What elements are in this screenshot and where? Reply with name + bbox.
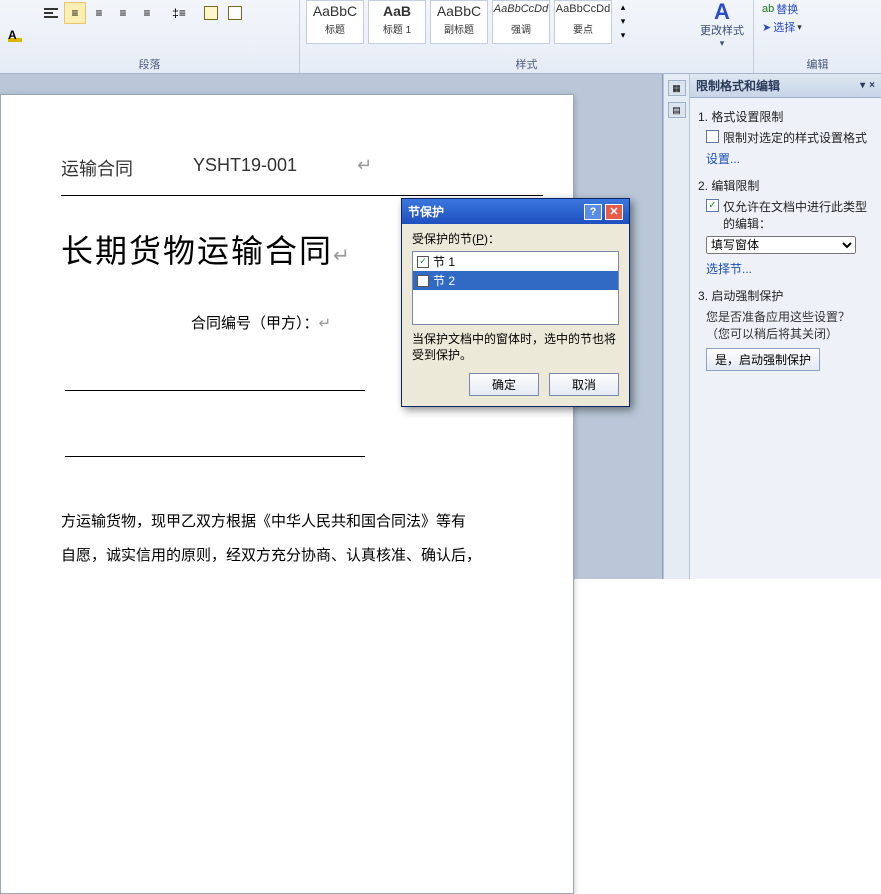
style-card-title[interactable]: AaBbC标题: [306, 0, 364, 44]
style-card-emphasis[interactable]: AaBbCcDd强调: [492, 0, 550, 44]
dialog-note: 当保护文档中的窗体时，选中的节也将受到保护。: [412, 331, 619, 363]
edit-group-label: 编辑: [754, 56, 881, 72]
paragraph-mark: ↵: [357, 155, 372, 181]
dialog-titlebar[interactable]: 节保护 ? ✕: [402, 199, 629, 224]
ribbon: A ≡ ≡ ≡ ≡ ‡≡ 段落 AaBbC标题 AaB标题 1 AaBbC副标题…: [0, 0, 881, 74]
change-styles-icon: A: [695, 2, 749, 22]
font-fill-button[interactable]: A: [4, 24, 26, 46]
section-item-2[interactable]: ✓节 2: [413, 271, 618, 290]
cancel-button[interactable]: 取消: [549, 373, 619, 396]
dialog-help-button[interactable]: ?: [584, 204, 602, 220]
form-underline-2: [65, 439, 365, 457]
borders-button[interactable]: [224, 2, 246, 24]
paragraph-group-label: 段落: [0, 56, 299, 72]
protected-sections-label: 受保护的节(P)：: [412, 230, 619, 247]
change-styles-button[interactable]: A 更改样式 ▾: [695, 2, 749, 49]
section-2-heading: 2. 编辑限制: [698, 177, 873, 194]
header-rule: [61, 195, 543, 196]
sections-listbox[interactable]: ✓节 1 ✓节 2: [412, 251, 619, 325]
style-card-point[interactable]: AaBbCcDd要点: [554, 0, 612, 44]
task-pane-wrap: ▦ ▤ 限制格式和编辑 ▾ × 1. 格式设置限制 限制对选定的样式设置格式 设置…: [663, 74, 881, 579]
start-enforcement-button[interactable]: 是，启动强制保护: [706, 348, 820, 371]
line-spacing-button[interactable]: ‡≡: [168, 2, 190, 24]
styles-group-label: 样式: [300, 56, 753, 72]
gutter-icon-2[interactable]: ▤: [668, 102, 686, 118]
editing-type-select[interactable]: 填写窗体: [706, 236, 856, 254]
select-button[interactable]: ➤选择▾: [760, 18, 804, 36]
body-line-1: 方运输货物，现甲乙双方根据《中华人民共和国合同法》等有: [61, 505, 543, 539]
section-1-heading: 1. 格式设置限制: [698, 108, 873, 125]
align-justify-button[interactable]: ≡: [112, 2, 134, 24]
allow-editing-checkbox[interactable]: ✓: [706, 199, 719, 212]
section-item-1[interactable]: ✓节 1: [413, 252, 618, 271]
ribbon-group-styles: AaBbC标题 AaB标题 1 AaBbC副标题 AaBbCcDd强调 AaBb…: [300, 0, 754, 73]
replace-button[interactable]: ab替换: [760, 0, 804, 18]
task-pane-menu-icon[interactable]: ▾: [860, 80, 865, 91]
section-3-heading: 3. 启动强制保护: [698, 287, 873, 304]
gutter-icon-1[interactable]: ▦: [668, 80, 686, 96]
styles-gallery-more[interactable]: ▾: [616, 28, 630, 42]
paragraph-mark: ↵: [333, 245, 352, 267]
align-left-button[interactable]: [40, 2, 62, 24]
section-protection-dialog: 节保护 ? ✕ 受保护的节(P)： ✓节 1 ✓节 2 当保护文档中的窗体时，选…: [401, 198, 630, 407]
align-distribute-button[interactable]: ≡: [136, 2, 158, 24]
form-underline-1: [65, 373, 365, 391]
paragraph-mark: ↵: [319, 315, 332, 332]
align-center-button[interactable]: ≡: [64, 2, 86, 24]
select-sections-link[interactable]: 选择节...: [706, 260, 873, 277]
task-pane-title: 限制格式和编辑: [696, 77, 780, 94]
allow-editing-label: 仅允许在文档中进行此类型的编辑：: [723, 198, 873, 232]
document-title: 长期货物运输合同: [61, 233, 333, 269]
dialog-title-text: 节保护: [408, 203, 444, 220]
shading-button[interactable]: [200, 2, 222, 24]
settings-link[interactable]: 设置...: [706, 150, 873, 167]
ribbon-group-edit: ab替换 ➤选择▾ 编辑: [754, 0, 881, 73]
cursor-icon: ➤: [762, 21, 771, 34]
task-pane-close-icon[interactable]: ×: [869, 80, 875, 91]
align-right-button[interactable]: ≡: [88, 2, 110, 24]
dialog-close-button[interactable]: ✕: [605, 204, 623, 220]
header-left-text: 运输合同: [61, 155, 133, 181]
styles-scroll-down[interactable]: ▾: [616, 14, 630, 28]
limit-formatting-label: 限制对选定的样式设置格式: [723, 129, 867, 146]
ribbon-group-paragraph: A ≡ ≡ ≡ ≡ ‡≡ 段落: [0, 0, 300, 73]
section-3-note: 您是否准备应用这些设置？（您可以稍后将其关闭）: [706, 308, 873, 342]
restrict-formatting-pane: 限制格式和编辑 ▾× 1. 格式设置限制 限制对选定的样式设置格式 设置... …: [689, 74, 881, 579]
styles-scroll-up[interactable]: ▴: [616, 0, 630, 14]
limit-formatting-checkbox[interactable]: [706, 130, 719, 143]
ok-button[interactable]: 确定: [469, 373, 539, 396]
style-card-heading1[interactable]: AaB标题 1: [368, 0, 426, 44]
replace-icon: ab: [762, 3, 774, 15]
body-line-2: 自愿，诚实信用的原则，经双方充分协商、认真核准、确认后，: [61, 539, 543, 573]
style-card-subtitle[interactable]: AaBbC副标题: [430, 0, 488, 44]
task-pane-gutter: ▦ ▤: [663, 74, 689, 579]
section-1-checkbox[interactable]: ✓: [417, 256, 429, 268]
contract-number-label: 合同编号（甲方）：: [191, 315, 319, 332]
section-2-checkbox[interactable]: ✓: [417, 275, 429, 287]
header-right-text: YSHT19-001: [193, 155, 297, 181]
task-pane-titlebar: 限制格式和编辑 ▾ ×: [690, 74, 881, 98]
